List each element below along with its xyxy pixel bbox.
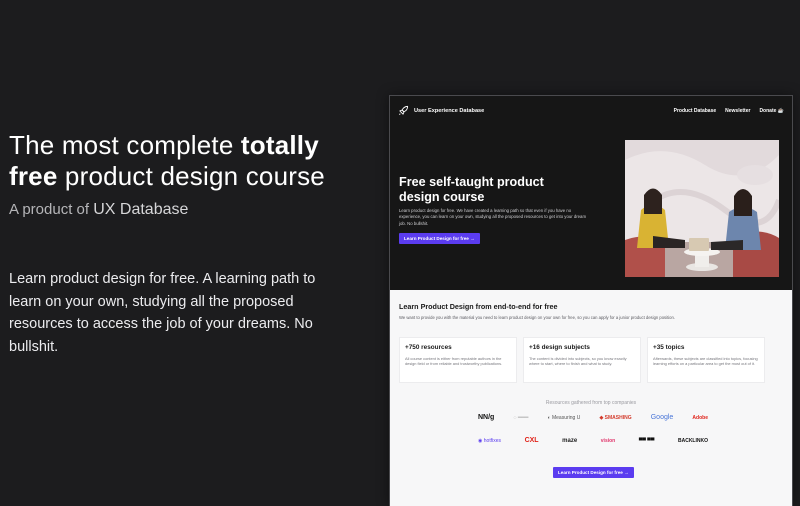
feature-cards: +750 resources All course content is eit…	[399, 337, 765, 383]
page-headline: The most complete totally free product de…	[9, 130, 325, 191]
section-title: Learn Product Design from end-to-end for…	[399, 302, 558, 311]
logos-row-1: NN/g ◌ ═══ ◐ Measuring U ◆ SMASHING Goog…	[478, 414, 708, 421]
logo-maze: maze	[562, 437, 578, 444]
logo-hotfixes: ◉ hotfixes	[478, 437, 501, 444]
logo-nngroup: NN/g	[478, 414, 495, 421]
logo-cxl: CXL	[524, 437, 539, 444]
logo-measuringu: ◐ Measuring U	[547, 414, 581, 421]
preview-logo[interactable]: User Experience Database	[398, 105, 484, 116]
logo-backlinko: BACKLINKO	[677, 437, 708, 444]
logo-google: Google	[650, 414, 674, 421]
site-preview: User Experience Database Product Databas…	[389, 95, 793, 506]
feature-card-topics: +35 topics Afterwards, these subjects ar…	[647, 337, 765, 383]
logo-adobe: Adobe	[692, 414, 708, 421]
logo-dark-brand: ▀▀ ▀▀	[638, 437, 655, 444]
preview-hero: User Experience Database Product Databas…	[390, 96, 792, 290]
feature-card-subjects: +16 design subjects The content is divid…	[523, 337, 641, 383]
preview-content-section: Learn Product Design from end-to-end for…	[390, 290, 792, 506]
hero-description: Learn product design for free. A learnin…	[9, 271, 316, 355]
hero-photo	[625, 140, 779, 277]
nav-link-donate[interactable]: Donate ☕	[759, 108, 784, 114]
logos-row-2: ◉ hotfixes CXL maze vision ▀▀ ▀▀ BACKLIN…	[478, 437, 708, 444]
learn-free-button[interactable]: Learn Product Design for free →	[399, 233, 480, 244]
section-subtitle: We want to provide you with the material…	[399, 315, 675, 320]
rocket-icon	[398, 105, 409, 116]
brand-name: UX Database	[93, 201, 189, 218]
hero-text: The most complete totally free product de…	[9, 130, 369, 219]
logo-interaction-design: ◌ ═══	[513, 414, 529, 421]
learn-free-button-bottom[interactable]: Learn Product Design for free →	[553, 467, 634, 478]
preview-subtitle: Learn product design for free. We have c…	[399, 208, 587, 226]
preview-navbar: User Experience Database Product Databas…	[390, 96, 792, 126]
preview-nav-links: Product Database Newsletter Donate ☕	[674, 108, 784, 114]
logos-title: Resources gathered from top companies	[545, 400, 637, 406]
preview-title: Free self-taught product design course	[399, 175, 544, 204]
feature-card-resources: +750 resources All course content is eit…	[399, 337, 517, 383]
nav-link-newsletter[interactable]: Newsletter	[725, 108, 750, 114]
logo-invision: vision	[600, 437, 616, 444]
nav-link-product-database[interactable]: Product Database	[674, 108, 717, 114]
byline: A product of UX Database	[9, 201, 189, 218]
logo-smashing: ◆ SMASHING	[599, 414, 632, 421]
